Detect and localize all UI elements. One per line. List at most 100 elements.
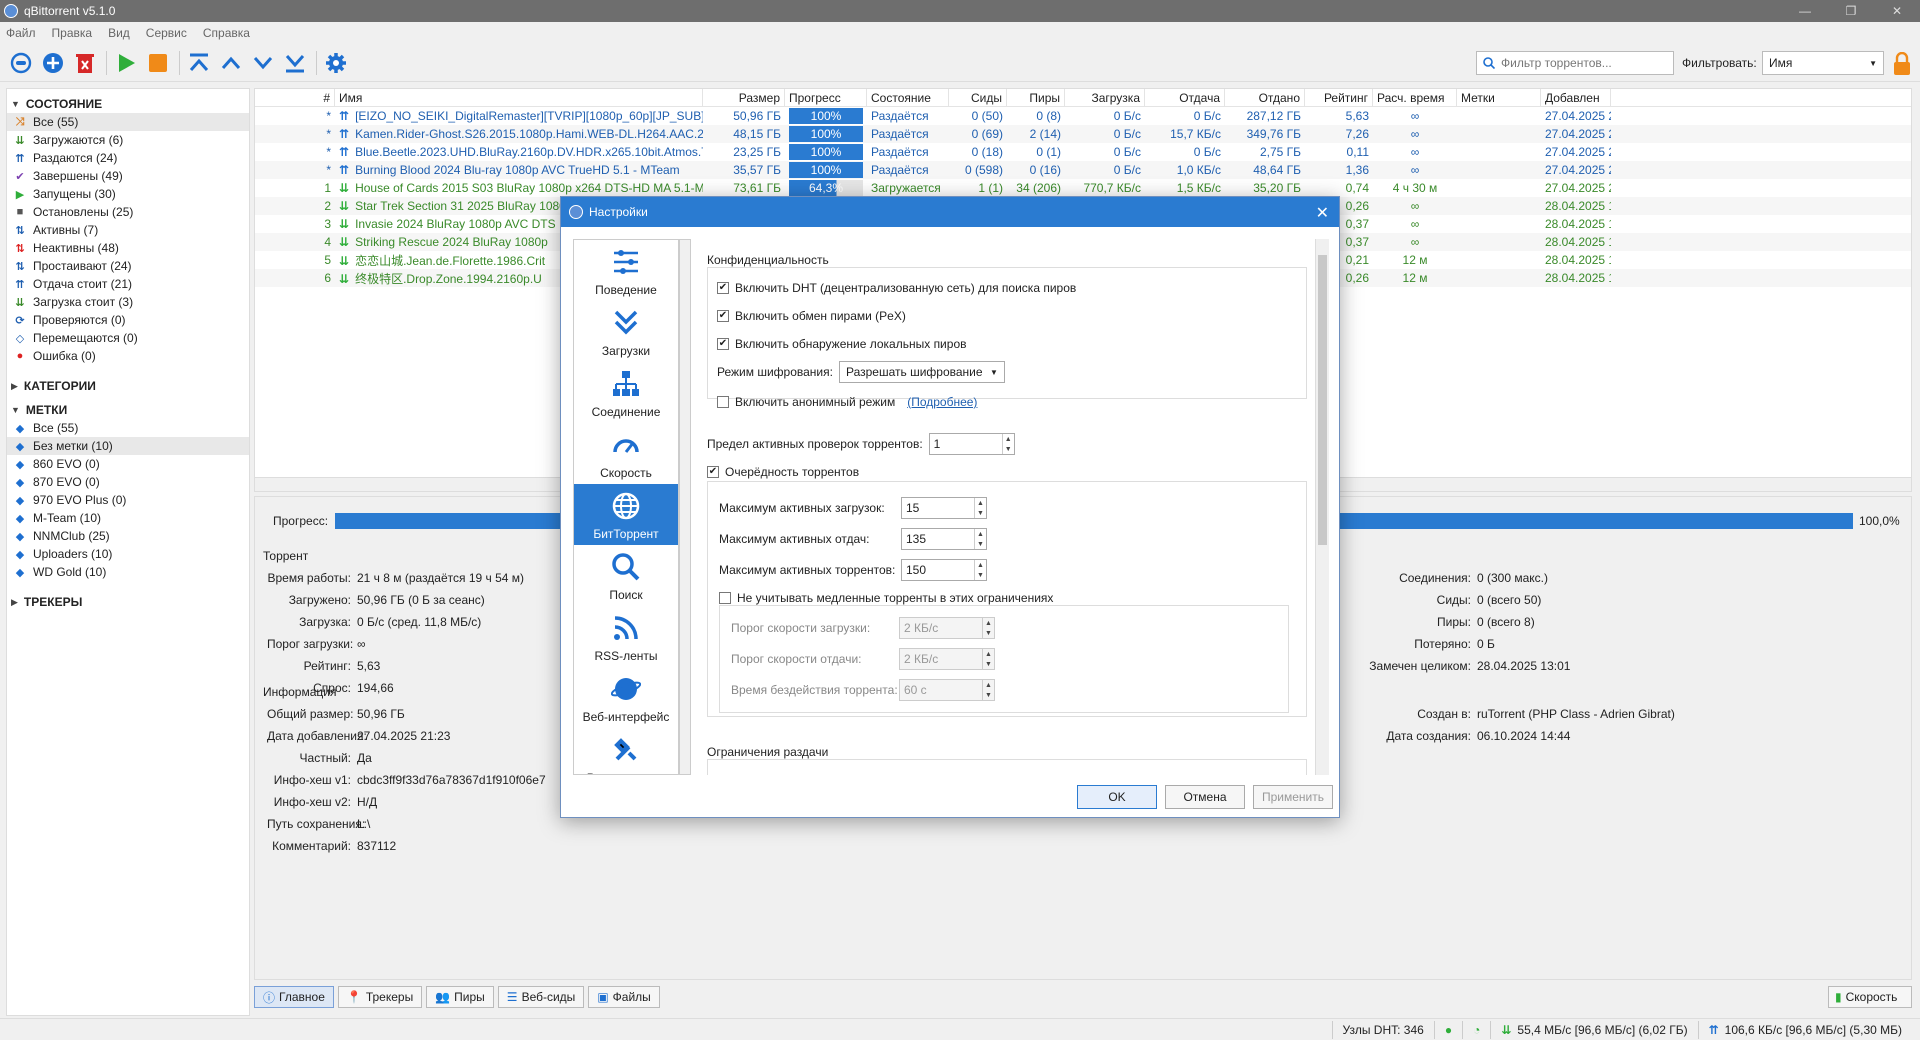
status-item[interactable]: ⇈ Раздаются (24): [7, 149, 249, 167]
move-bottom-button[interactable]: [282, 50, 308, 76]
checks-spinbox[interactable]: 1 ▲ ▼: [928, 433, 1015, 455]
lsd-checkbox[interactable]: ✔ Включить обнаружение локальных пиров: [717, 337, 967, 351]
ok-button[interactable]: OK: [1077, 785, 1157, 809]
dl-rate-spinbox[interactable]: 2 КБ/с ▲ ▼: [899, 617, 995, 639]
settings-nav-item[interactable]: Скорость: [574, 423, 678, 484]
column-header[interactable]: #: [255, 89, 335, 106]
status-item[interactable]: ⟳ Проверяются (0): [7, 311, 249, 329]
filter-by-select[interactable]: Имя ▼: [1762, 51, 1884, 75]
content-scrollbar[interactable]: [1315, 239, 1329, 775]
table-row[interactable]: * ⇈ Kamen.Rider-Ghost.S26.2015.1080p.Hami.…: [255, 125, 1911, 143]
add-file-button[interactable]: [40, 50, 66, 76]
status-item[interactable]: ▶ Запущены (30): [7, 185, 249, 203]
torrent-filter-input[interactable]: Фильтр торрентов...: [1476, 51, 1674, 75]
settings-nav-item[interactable]: RSS-ленты: [574, 606, 678, 667]
settings-nav-item[interactable]: Веб-интерфейс: [574, 667, 678, 728]
nav-scrollbar[interactable]: [679, 239, 691, 775]
column-header[interactable]: Отдано: [1225, 89, 1305, 106]
up-rate-spinbox[interactable]: 2 КБ/с ▲ ▼: [899, 648, 995, 670]
add-link-button[interactable]: [8, 50, 34, 76]
speed-limit-toggle[interactable]: ◔: [1462, 1020, 1490, 1039]
lock-icon[interactable]: [1892, 51, 1912, 79]
max-downloads-spinbox[interactable]: 15 ▲ ▼: [901, 497, 987, 519]
status-item[interactable]: ⇊ Загружаются (6): [7, 131, 249, 149]
menu-tools[interactable]: Сервис: [146, 26, 187, 40]
column-header[interactable]: Загрузка: [1065, 89, 1145, 106]
delete-button[interactable]: [72, 50, 98, 76]
dht-checkbox[interactable]: ✔ Включить DHT (децентрализованную сеть) …: [717, 281, 1076, 295]
options-button[interactable]: [323, 50, 349, 76]
tag-item[interactable]: ◆ Uploaders (10): [7, 545, 249, 563]
close-window-icon[interactable]: ✕: [1874, 0, 1920, 22]
menu-view[interactable]: Вид: [108, 26, 130, 40]
tag-item[interactable]: ◆ Без метки (10): [7, 437, 249, 455]
tag-item[interactable]: ◆ M-Team (10): [7, 509, 249, 527]
menu-file[interactable]: Файл: [6, 26, 36, 40]
column-header[interactable]: Сиды: [949, 89, 1007, 106]
status-item[interactable]: ⇊ Загрузка стоит (3): [7, 293, 249, 311]
status-item[interactable]: ⇈ Отдача стоит (21): [7, 275, 249, 293]
close-icon[interactable]: ✕: [1316, 203, 1329, 223]
table-row[interactable]: * ⇈ [EIZO_NO_SEIKI_DigitalRemaster][TVRIP]…: [255, 107, 1911, 125]
speed-button[interactable]: ▮ Скорость: [1828, 986, 1912, 1008]
status-item[interactable]: ⤨ Все (55): [7, 113, 249, 131]
column-header[interactable]: Имя: [335, 89, 703, 106]
settings-nav-item[interactable]: Поиск: [574, 545, 678, 606]
tag-item[interactable]: ◆ 970 EVO Plus (0): [7, 491, 249, 509]
slow-torrents-checkbox[interactable]: Не учитывать медленные торренты в этих о…: [719, 591, 1053, 605]
tab-webseeds[interactable]: ☰ Веб-сиды: [497, 986, 585, 1008]
queue-checkbox[interactable]: ✔ Очерёдность торрентов: [707, 465, 859, 479]
categories-header[interactable]: ▶ КАТЕГОРИИ: [7, 377, 249, 395]
tab-files[interactable]: ▣ Файлы: [588, 986, 660, 1008]
tag-item[interactable]: ◆ 860 EVO (0): [7, 455, 249, 473]
move-down-button[interactable]: [250, 50, 276, 76]
status-item[interactable]: ⇅ Активны (7): [7, 221, 249, 239]
table-row[interactable]: * ⇈ Blue.Beetle.2023.UHD.BluRay.2160p.DV.H…: [255, 143, 1911, 161]
status-item[interactable]: ⇅ Простаивают (24): [7, 257, 249, 275]
status-item[interactable]: ● Ошибка (0): [7, 347, 249, 365]
maximize-icon[interactable]: ❐: [1828, 0, 1874, 22]
tag-item[interactable]: ◆ WD Gold (10): [7, 563, 249, 581]
column-header[interactable]: Рейтинг: [1305, 89, 1373, 106]
settings-nav-item[interactable]: Загрузки: [574, 301, 678, 362]
column-header[interactable]: Пиры: [1007, 89, 1065, 106]
stop-button[interactable]: [145, 50, 171, 76]
move-top-button[interactable]: [186, 50, 212, 76]
upload-speed[interactable]: ⇈ 106,6 КБ/с [96,6 МБ/с] (5,30 МБ): [1697, 1020, 1912, 1039]
status-item[interactable]: ⇅ Неактивны (48): [7, 239, 249, 257]
status-item[interactable]: ■ Остановлены (25): [7, 203, 249, 221]
column-header[interactable]: Состояние: [867, 89, 949, 106]
column-header[interactable]: Размер: [703, 89, 785, 106]
status-item[interactable]: ◇ Перемещаются (0): [7, 329, 249, 347]
scrollbar-thumb[interactable]: [1318, 255, 1327, 545]
tags-header[interactable]: ▼ МЕТКИ: [7, 401, 249, 419]
column-header[interactable]: Метки: [1457, 89, 1541, 106]
status-header[interactable]: ▼ СОСТОЯНИЕ: [7, 95, 249, 113]
apply-button[interactable]: Применить: [1253, 785, 1333, 809]
table-row[interactable]: * ⇈ Burning Blood 2024 Blu-ray 1080p AVC T…: [255, 161, 1911, 179]
tag-item[interactable]: ◆ Все (55): [7, 419, 249, 437]
minimize-icon[interactable]: —: [1782, 0, 1828, 22]
tab-trackers[interactable]: 📍 Трекеры: [337, 986, 423, 1008]
table-row[interactable]: 1 ⇊ House of Cards 2015 S03 BluRay 1080p x…: [255, 179, 1911, 197]
settings-nav-item[interactable]: Расширенные: [574, 728, 678, 774]
start-button[interactable]: [113, 50, 139, 76]
move-up-button[interactable]: [218, 50, 244, 76]
download-speed[interactable]: ⇊ 55,4 МБ/с [96,6 МБ/с] (6,02 ГБ): [1490, 1020, 1697, 1039]
settings-nav-item[interactable]: Соединение: [574, 362, 678, 423]
tag-item[interactable]: ◆ 870 EVO (0): [7, 473, 249, 491]
connection-status[interactable]: ●: [1433, 1020, 1462, 1039]
menu-help[interactable]: Справка: [203, 26, 250, 40]
tab-general[interactable]: ⓘ Главное: [254, 986, 334, 1008]
settings-nav-item[interactable]: БитТоррент: [574, 484, 678, 545]
menu-edit[interactable]: Правка: [52, 26, 93, 40]
tag-item[interactable]: ◆ NNMClub (25): [7, 527, 249, 545]
pex-checkbox[interactable]: ✔ Включить обмен пирами (PeX): [717, 309, 906, 323]
idle-spinbox[interactable]: 60 с ▲ ▼: [899, 679, 995, 701]
status-item[interactable]: ✔ Завершены (49): [7, 167, 249, 185]
tab-peers[interactable]: 👥 Пиры: [426, 986, 494, 1008]
column-header[interactable]: Расч. время: [1373, 89, 1457, 106]
column-header[interactable]: Отдача: [1145, 89, 1225, 106]
max-torrents-spinbox[interactable]: 150 ▲ ▼: [901, 559, 987, 581]
anonymous-checkbox[interactable]: Включить анонимный режим (Подробнее): [717, 395, 977, 409]
